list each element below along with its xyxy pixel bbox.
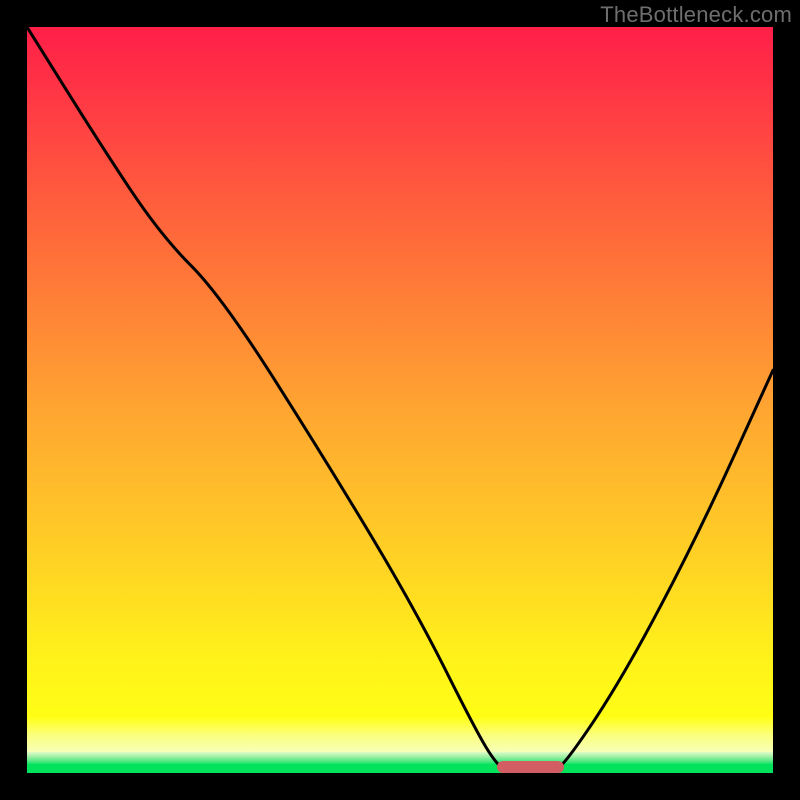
plot-area [27, 27, 773, 773]
optimal-marker [497, 761, 564, 773]
curve-path [27, 27, 773, 773]
bottleneck-curve [27, 27, 773, 773]
chart-frame: TheBottleneck.com [0, 0, 800, 800]
watermark-text: TheBottleneck.com [600, 2, 792, 28]
